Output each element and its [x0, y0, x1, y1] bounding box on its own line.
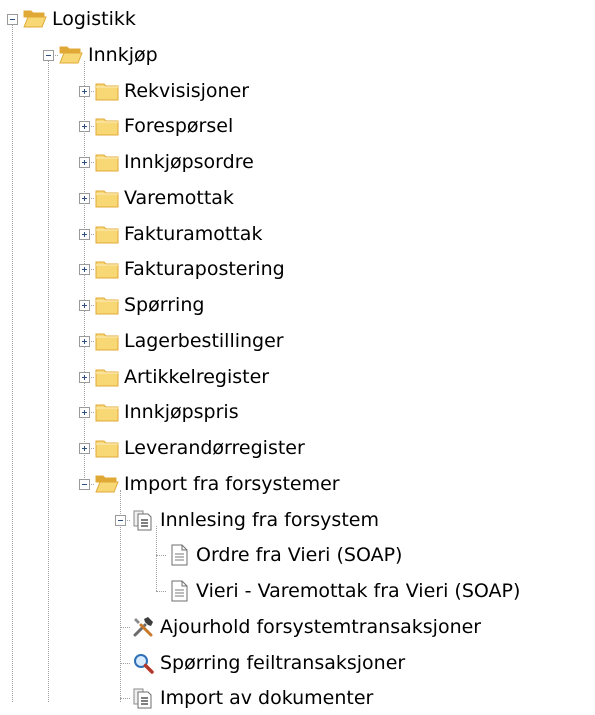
- expand-icon[interactable]: [79, 372, 90, 383]
- tree-node-label[interactable]: Ajourhold forsystemtransaksjoner: [160, 615, 481, 639]
- collapse-icon[interactable]: [43, 50, 54, 61]
- folder-icon: [95, 79, 119, 103]
- folder-open-icon: [23, 7, 47, 31]
- collapse-icon[interactable]: [7, 14, 18, 25]
- collapse-icon[interactable]: [79, 479, 90, 490]
- folder-icon: [95, 222, 119, 246]
- tree-node-label[interactable]: Logistikk: [52, 7, 136, 31]
- folder-icon: [95, 186, 119, 210]
- expand-icon[interactable]: [79, 121, 90, 132]
- collapse-icon[interactable]: [115, 515, 126, 526]
- folder-icon: [95, 365, 119, 389]
- folder-open-icon: [59, 43, 83, 67]
- expand-icon[interactable]: [79, 264, 90, 275]
- tree-connector-vertical: [156, 525, 157, 591]
- folder-icon: [95, 150, 119, 174]
- tree-node-label[interactable]: Leverandørregister: [124, 436, 305, 460]
- tree-node-label[interactable]: Varemottak: [124, 186, 234, 210]
- folder-icon: [95, 293, 119, 317]
- tree-node-label[interactable]: Artikkelregister: [124, 365, 269, 389]
- tree-node-label[interactable]: Import av dokumenter: [160, 686, 373, 710]
- expand-icon[interactable]: [79, 229, 90, 240]
- folder-icon: [95, 400, 119, 424]
- folder-icon: [95, 114, 119, 138]
- tools-icon: [131, 615, 155, 639]
- tree-node-label[interactable]: Forespørsel: [124, 114, 233, 138]
- tree-node-label[interactable]: Rekvisisjoner: [124, 79, 249, 103]
- tree-node-label[interactable]: Import fra forsystemer: [124, 472, 340, 496]
- tree-connector-horizontal: [120, 627, 130, 628]
- tree-node-label[interactable]: Innlesing fra forsystem: [160, 508, 379, 532]
- expand-icon[interactable]: [79, 407, 90, 418]
- tree-connector-horizontal: [120, 663, 130, 664]
- folder-icon: [95, 257, 119, 281]
- expand-icon[interactable]: [79, 443, 90, 454]
- tree-connector-horizontal: [156, 555, 166, 556]
- tree-node-label[interactable]: Fakturamottak: [124, 222, 262, 246]
- tree-node-label[interactable]: Innkjøp: [88, 43, 158, 67]
- expand-icon[interactable]: [79, 336, 90, 347]
- tree-node-label[interactable]: Vieri - Varemottak fra Vieri (SOAP): [196, 579, 520, 603]
- tree-node-label[interactable]: Spørring: [124, 293, 204, 317]
- expand-icon[interactable]: [79, 157, 90, 168]
- tree-node-label[interactable]: Ordre fra Vieri (SOAP): [196, 543, 402, 567]
- expand-icon[interactable]: [79, 193, 90, 204]
- tree-node-label[interactable]: Innkjøpsordre: [124, 150, 254, 174]
- folder-icon: [95, 329, 119, 353]
- tree-node-label[interactable]: Innkjøpspris: [124, 400, 239, 424]
- tree-connector-horizontal: [120, 698, 130, 699]
- tree-node-label[interactable]: Fakturapostering: [124, 257, 285, 281]
- tree-node-label[interactable]: Lagerbestillinger: [124, 329, 284, 353]
- document-stack-icon: [131, 686, 155, 710]
- tree-view[interactable]: Logistikk Innkjøp Rekvisisjoner Forespørsel…: [0, 0, 595, 709]
- folder-icon: [95, 436, 119, 460]
- tree-connector-vertical: [12, 25, 13, 702]
- document-icon: [167, 579, 191, 603]
- document-stack-icon: [131, 508, 155, 532]
- tree-connector-vertical: [48, 60, 49, 702]
- document-icon: [167, 543, 191, 567]
- magnifier-icon: [131, 651, 155, 675]
- expand-icon[interactable]: [79, 300, 90, 311]
- tree-connector-horizontal: [156, 591, 166, 592]
- tree-node-label[interactable]: Spørring feiltransaksjoner: [160, 651, 405, 675]
- expand-icon[interactable]: [79, 86, 90, 97]
- folder-open-icon: [95, 472, 119, 496]
